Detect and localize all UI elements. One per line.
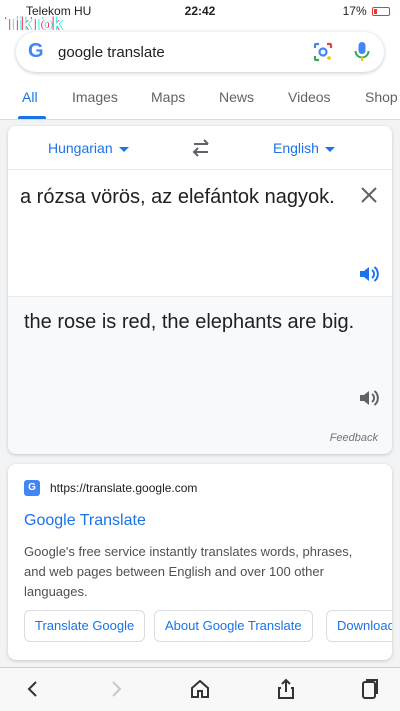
translation-output: the rose is red, the elephants are big. … xyxy=(8,297,392,454)
translate-widget: Hungarian English a rózsa vörös, az elef… xyxy=(8,126,392,454)
share-icon[interactable] xyxy=(275,678,297,700)
lens-icon[interactable] xyxy=(312,41,334,63)
result-snippet: Google's free service instantly translat… xyxy=(24,544,353,599)
chevron-down-icon xyxy=(324,146,335,152)
tab-shopping[interactable]: Shop xyxy=(365,89,398,105)
target-language-select[interactable]: English xyxy=(273,140,335,156)
speaker-icon[interactable] xyxy=(358,388,380,408)
sitelink-download[interactable]: Download xyxy=(326,610,392,642)
language-bar: Hungarian English xyxy=(8,126,392,170)
search-input[interactable]: google translate xyxy=(58,44,165,61)
tab-news[interactable]: News xyxy=(219,89,254,105)
result-title-link[interactable]: Google Translate xyxy=(24,512,146,530)
translated-text: the rose is red, the elephants are big. xyxy=(24,311,355,333)
mic-icon[interactable] xyxy=(352,40,372,64)
tab-all[interactable]: All xyxy=(22,89,38,105)
speaker-icon[interactable] xyxy=(358,264,380,284)
sitelink-about-google-translate[interactable]: About Google Translate xyxy=(154,610,313,642)
result-url[interactable]: https://translate.google.com xyxy=(50,481,197,495)
battery-icon xyxy=(372,7,390,17)
source-language-label: Hungarian xyxy=(48,140,113,156)
tiktok-watermark: TikTok xyxy=(6,14,63,34)
chevron-down-icon xyxy=(118,146,129,152)
sitelink-translate-google[interactable]: Translate Google xyxy=(24,610,146,642)
battery-indicator: 17% xyxy=(343,4,390,18)
battery-percent: 17% xyxy=(342,4,367,18)
tab-maps[interactable]: Maps xyxy=(151,89,185,105)
tab-videos[interactable]: Videos xyxy=(288,89,331,105)
active-tab-indicator xyxy=(18,116,46,119)
search-result: G https://translate.google.com Google Tr… xyxy=(8,464,392,660)
search-header: G google translate All Images Maps News … xyxy=(0,22,400,120)
source-text-input[interactable]: a rózsa vörös, az elefántok nagyok. xyxy=(20,184,340,210)
tab-images[interactable]: Images xyxy=(72,89,118,105)
close-icon[interactable] xyxy=(360,186,378,204)
back-icon[interactable] xyxy=(22,678,44,700)
search-bar[interactable]: G google translate xyxy=(16,32,384,72)
swap-icon[interactable] xyxy=(190,138,212,158)
source-language-select[interactable]: Hungarian xyxy=(48,140,129,156)
tabs-icon[interactable] xyxy=(358,678,380,700)
home-icon[interactable] xyxy=(189,678,211,700)
browser-toolbar xyxy=(0,667,400,711)
feedback-link[interactable]: Feedback xyxy=(330,432,378,444)
target-language-label: English xyxy=(273,140,319,156)
search-tabs: All Images Maps News Videos Shop xyxy=(0,84,400,120)
translate-favicon-icon: G xyxy=(24,480,40,496)
forward-icon[interactable] xyxy=(105,678,127,700)
google-logo-icon: G xyxy=(28,40,44,62)
